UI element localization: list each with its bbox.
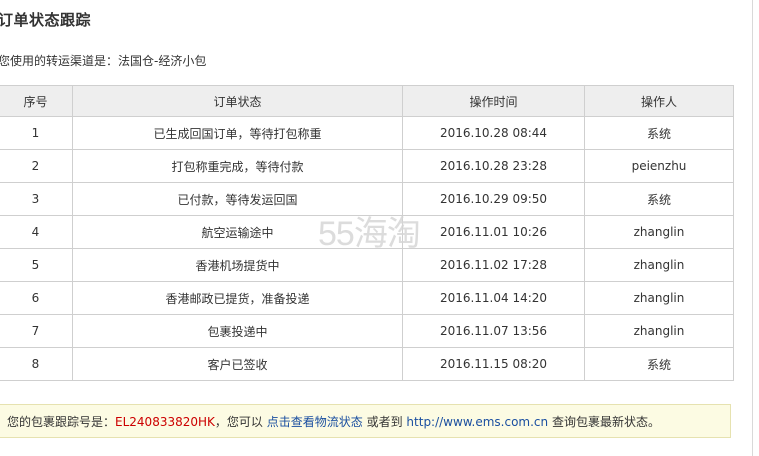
table-row: 2 打包称重完成，等待付款 2016.10.28 23:28 peienzhu bbox=[0, 149, 734, 183]
tracking-notice: 您的包裹跟踪号是：EL240833820HK，您可以 点击查看物流状态 或者到 … bbox=[0, 404, 731, 438]
row-status: 航空运输途中 bbox=[72, 215, 403, 249]
row-time: 2016.11.04 14:20 bbox=[402, 281, 585, 315]
row-operator: 系统 bbox=[584, 116, 734, 150]
row-status: 打包称重完成，等待付款 bbox=[72, 149, 403, 183]
table-row: 5 香港机场提货中 2016.11.02 17:28 zhanglin bbox=[0, 248, 734, 282]
row-operator: zhanglin bbox=[584, 281, 734, 315]
notice-prefix: 您的包裹跟踪号是： bbox=[7, 415, 116, 429]
view-logistics-link[interactable]: 点击查看物流状态 bbox=[267, 415, 363, 429]
ems-website-link[interactable]: http://www.ems.com.cn bbox=[406, 415, 548, 429]
shipping-channel-label: 您使用的转运渠道是： bbox=[0, 54, 119, 68]
row-number: 5 bbox=[0, 248, 73, 282]
header-operator: 操作人 bbox=[584, 85, 734, 117]
shipping-channel-line: 您使用的转运渠道是：法国仓-经济小包 bbox=[0, 52, 206, 69]
table-header-row: 序号 订单状态 操作时间 操作人 bbox=[0, 85, 734, 117]
table-row: 6 香港邮政已提货，准备投递 2016.11.04 14:20 zhanglin bbox=[0, 281, 734, 315]
row-time: 2016.11.07 13:56 bbox=[402, 314, 585, 348]
row-status: 已生成回国订单，等待打包称重 bbox=[72, 116, 403, 150]
header-status: 订单状态 bbox=[72, 85, 403, 117]
row-time: 2016.11.02 17:28 bbox=[402, 248, 585, 282]
table-row: 8 客户已签收 2016.11.15 08:20 系统 bbox=[0, 347, 734, 381]
table-row: 3 已付款，等待发运回国 2016.10.29 09:50 系统 bbox=[0, 182, 734, 216]
row-time: 2016.11.15 08:20 bbox=[402, 347, 585, 381]
row-operator: zhanglin bbox=[584, 215, 734, 249]
row-status: 包裹投递中 bbox=[72, 314, 403, 348]
row-status: 香港机场提货中 bbox=[72, 248, 403, 282]
row-number: 7 bbox=[0, 314, 73, 348]
row-time: 2016.10.28 23:28 bbox=[402, 149, 585, 183]
row-number: 2 bbox=[0, 149, 73, 183]
table-row: 1 已生成回国订单，等待打包称重 2016.10.28 08:44 系统 bbox=[0, 116, 734, 150]
header-time: 操作时间 bbox=[402, 85, 585, 117]
row-operator: peienzhu bbox=[584, 149, 734, 183]
shipping-channel-value: 法国仓-经济小包 bbox=[118, 54, 207, 68]
row-operator: zhanglin bbox=[584, 314, 734, 348]
row-number: 3 bbox=[0, 182, 73, 216]
row-status: 客户已签收 bbox=[72, 347, 403, 381]
order-tracking-table: 序号 订单状态 操作时间 操作人 1 已生成回国订单，等待打包称重 2016.1… bbox=[0, 85, 734, 381]
row-status: 已付款，等待发运回国 bbox=[72, 182, 403, 216]
row-number: 1 bbox=[0, 116, 73, 150]
notice-middle: ，您可以 bbox=[214, 415, 263, 429]
row-number: 6 bbox=[0, 281, 73, 315]
row-operator: 系统 bbox=[584, 182, 734, 216]
tracking-number: EL240833820HK bbox=[115, 415, 215, 429]
page-title: 订单状态跟踪 bbox=[0, 11, 92, 29]
notice-suffix: 查询包裹最新状态。 bbox=[551, 415, 660, 429]
table-row: 7 包裹投递中 2016.11.07 13:56 zhanglin bbox=[0, 314, 734, 348]
row-number: 4 bbox=[0, 215, 73, 249]
row-time: 2016.10.29 09:50 bbox=[402, 182, 585, 216]
row-number: 8 bbox=[0, 347, 73, 381]
row-operator: zhanglin bbox=[584, 248, 734, 282]
header-number: 序号 bbox=[0, 85, 73, 117]
row-time: 2016.11.01 10:26 bbox=[402, 215, 585, 249]
row-operator: 系统 bbox=[584, 347, 734, 381]
row-status: 香港邮政已提货，准备投递 bbox=[72, 281, 403, 315]
row-time: 2016.10.28 08:44 bbox=[402, 116, 585, 150]
notice-or-text: 或者到 bbox=[366, 415, 403, 429]
content-right-border bbox=[752, 0, 753, 456]
table-row: 4 航空运输途中 2016.11.01 10:26 zhanglin bbox=[0, 215, 734, 249]
